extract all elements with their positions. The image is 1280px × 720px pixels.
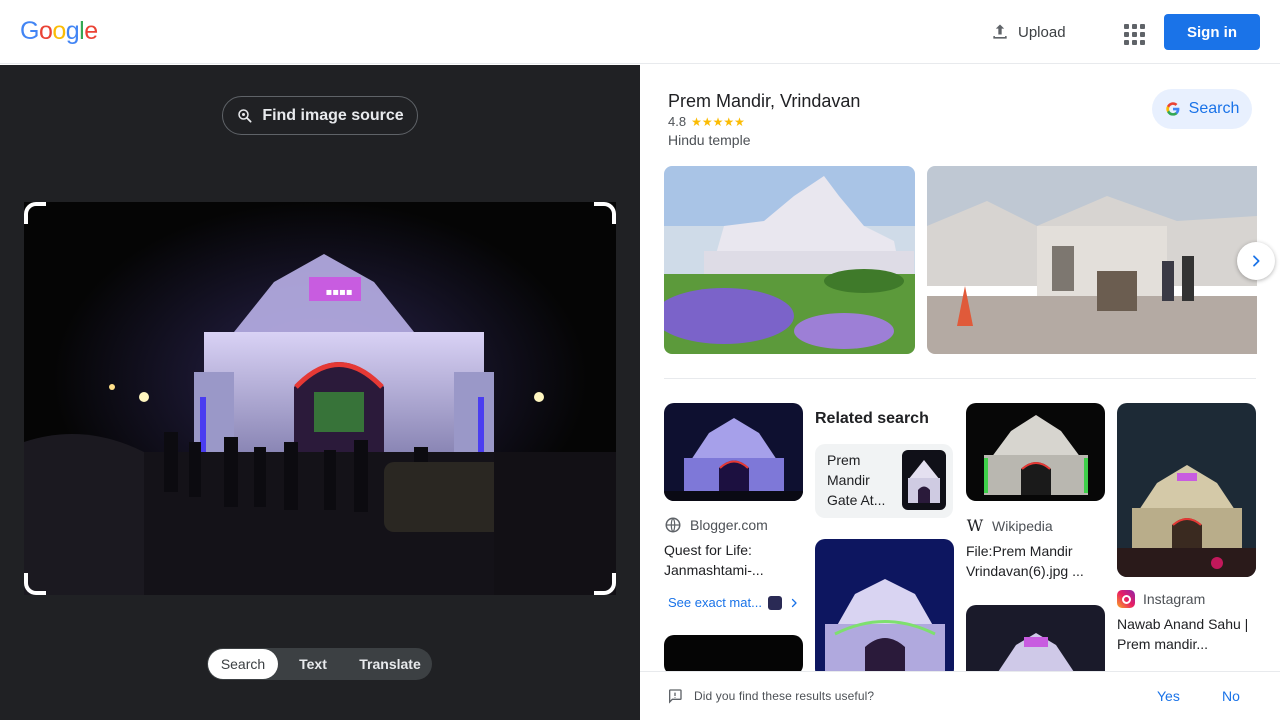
mode-text-tab[interactable]: Text: [278, 649, 348, 679]
related-search-label: Prem Mandir Gate At...: [827, 452, 886, 508]
place-photo-2[interactable]: [927, 166, 1257, 354]
apps-grid-icon[interactable]: [1118, 18, 1146, 46]
result-card-night-gate[interactable]: [815, 539, 954, 679]
results-panel: Prem Mandir, Vrindavan 4.8 ★★★★★ Hindu t…: [640, 65, 1280, 720]
chevron-right-icon: [791, 598, 797, 607]
feedback-no-button[interactable]: No: [1222, 688, 1240, 704]
lens-image-panel: Find image source ▪▪▪▪ Search Text Trans…: [0, 65, 640, 720]
top-bar: Google Upload Sign in: [0, 0, 1280, 64]
result-source-name: Instagram: [1143, 591, 1206, 607]
section-divider: [664, 378, 1256, 379]
result-source: W Wikipedia: [966, 516, 1105, 535]
result-card-dark[interactable]: [664, 635, 803, 675]
related-search-thumbnail: [902, 450, 946, 510]
place-category: Hindu temple: [668, 132, 751, 148]
svg-text:▪▪▪▪: ▪▪▪▪: [325, 287, 352, 298]
result-source-name: Blogger.com: [690, 517, 768, 533]
see-exact-matches-link[interactable]: See exact mat...: [668, 595, 800, 610]
result-thumbnail[interactable]: [1117, 403, 1256, 577]
selected-search-image[interactable]: ▪▪▪▪: [24, 202, 616, 595]
result-card-wikipedia[interactable]: W Wikipedia File:Prem Mandir Vrindavan(6…: [966, 403, 1105, 581]
place-photo-1[interactable]: [664, 166, 915, 354]
upload-label: Upload: [1018, 23, 1066, 41]
result-thumbnail[interactable]: [664, 635, 803, 675]
feedback-question: Did you find these results useful?: [694, 689, 875, 703]
lens-mode-switcher: Search Text Translate: [207, 648, 432, 680]
feedback-icon: [669, 689, 682, 704]
rating-value: 4.8: [668, 114, 687, 129]
feedback-bar: Did you find these results useful? Yes N…: [640, 671, 1280, 720]
result-thumbnail[interactable]: [966, 403, 1105, 501]
blogger-globe-icon: [665, 517, 681, 533]
exact-match-thumb-icon: [767, 595, 782, 610]
result-title[interactable]: File:Prem Mandir Vrindavan(6).jpg ...: [966, 541, 1105, 581]
google-g-icon: [1165, 102, 1180, 116]
chevron-right-icon: [1253, 255, 1260, 267]
sign-in-button[interactable]: Sign in: [1164, 14, 1260, 50]
see-exact-matches-label: See exact mat...: [668, 595, 762, 610]
mode-search-tab[interactable]: Search: [208, 649, 278, 679]
mode-translate-tab[interactable]: Translate: [348, 649, 432, 679]
result-source: Blogger.com: [664, 516, 803, 534]
result-title[interactable]: Quest for Life: Janmashtami-...: [664, 540, 803, 580]
wikipedia-icon: W: [966, 516, 984, 535]
result-title[interactable]: Nawab Anand Sahu | Prem mandir...: [1117, 614, 1256, 654]
upload-button[interactable]: Upload: [990, 18, 1066, 46]
result-card-instagram[interactable]: Instagram Nawab Anand Sahu | Prem mandir…: [1117, 403, 1256, 654]
star-icons: ★★★★★: [691, 114, 745, 129]
upload-icon: [993, 24, 1007, 39]
find-image-source-label: Find image source: [262, 106, 404, 124]
feedback-yes-button[interactable]: Yes: [1157, 688, 1180, 704]
result-thumbnail[interactable]: [815, 539, 954, 679]
result-thumbnail[interactable]: [664, 403, 803, 501]
google-search-label: Search: [1188, 100, 1240, 117]
crop-handle-top-left[interactable]: [24, 202, 46, 224]
instagram-icon: [1117, 590, 1135, 608]
find-image-source-button[interactable]: Find image source: [222, 96, 418, 135]
lens-search-icon: [238, 108, 252, 123]
result-source: Instagram: [1117, 590, 1256, 608]
next-images-button[interactable]: [1237, 242, 1275, 280]
related-search-chip[interactable]: Prem Mandir Gate At...: [815, 444, 953, 518]
result-card-blogger[interactable]: Blogger.com Quest for Life: Janmashtami-…: [664, 403, 803, 580]
place-rating: 4.8 ★★★★★: [668, 114, 745, 129]
place-title[interactable]: Prem Mandir, Vrindavan: [668, 91, 860, 112]
crop-handle-bottom-left[interactable]: [24, 573, 46, 595]
google-search-button[interactable]: Search: [1152, 89, 1252, 129]
result-source-name: Wikipedia: [992, 517, 1053, 534]
google-logo[interactable]: Google: [20, 17, 98, 46]
crop-handle-top-right[interactable]: [594, 202, 616, 224]
related-search-heading: Related search: [815, 410, 929, 427]
